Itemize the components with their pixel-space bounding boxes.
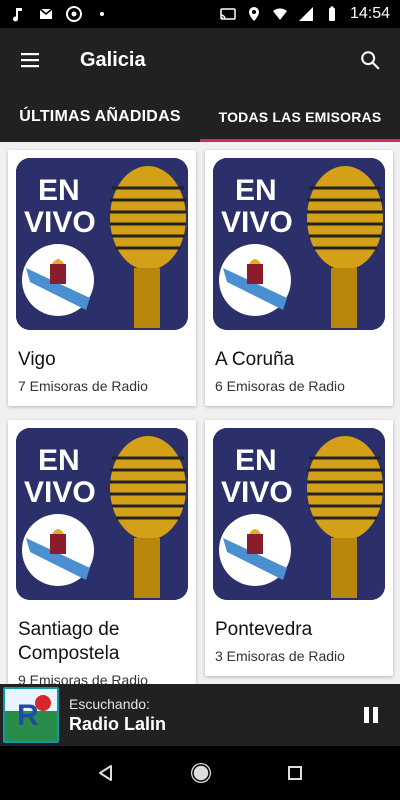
hamburger-menu-icon — [21, 53, 39, 68]
camera-aperture-icon — [66, 6, 82, 22]
home-icon[interactable] — [188, 760, 214, 786]
dot-icon — [100, 12, 104, 16]
app-bar: Galicia — [0, 28, 400, 92]
system-nav-bar — [0, 746, 400, 800]
card-title: Santiago de Compostela — [18, 619, 120, 664]
station-logo: R — [3, 687, 59, 743]
cast-icon — [220, 8, 236, 20]
back-icon[interactable] — [96, 763, 116, 783]
vivo-text: VIVO — [24, 206, 96, 239]
region-card[interactable]: EN VIVO A Coruña 6 Emisoras de Radio — [205, 150, 393, 406]
search-icon — [361, 51, 380, 70]
signal-icon — [298, 7, 313, 21]
vivo-text: VIVO — [24, 476, 96, 509]
pause-button[interactable] — [356, 700, 386, 730]
menu-button[interactable] — [0, 28, 60, 92]
microphone-flag-artwork: EN VIVO — [16, 158, 188, 330]
now-playing-station: Radio Lalin — [69, 713, 167, 734]
battery-icon — [328, 6, 335, 21]
microphone-flag-artwork: EN VIVO — [213, 158, 385, 330]
status-left-icons — [10, 6, 110, 22]
now-playing-label: Escuchando: — [69, 695, 150, 712]
status-bar: 14:54 — [0, 0, 400, 28]
status-time: 14:54 — [349, 5, 390, 22]
microphone-flag-artwork: EN VIVO — [16, 428, 188, 600]
page-title: Galicia — [80, 48, 146, 71]
tab-ultimas-anadidas[interactable]: ÚLTIMAS AÑADIDAS — [0, 92, 200, 142]
card-title: Vigo — [18, 349, 56, 370]
region-card[interactable]: EN VIVO Vigo 7 Emisoras de Radio — [8, 150, 196, 406]
card-subtitle: 7 Emisoras de Radio — [18, 378, 148, 394]
en-text: EN — [38, 444, 80, 477]
player-text: Escuchando: Radio Lalin — [69, 696, 166, 735]
recents-icon[interactable] — [286, 764, 304, 782]
status-right-icons: 14:54 — [220, 5, 390, 23]
wifi-icon — [272, 8, 287, 20]
en-text: EN — [235, 174, 277, 207]
tab-bar: ÚLTIMAS AÑADIDAS TODAS LAS EMISORAS — [0, 92, 400, 142]
tab-todas-las-emisoras[interactable]: TODAS LAS EMISORAS — [200, 92, 400, 142]
vivo-text: VIVO — [221, 206, 293, 239]
en-text: EN — [235, 444, 277, 477]
mail-icon — [39, 8, 53, 19]
en-vivo-image: EN VIVO — [16, 428, 188, 600]
card-subtitle: 9 Emisoras de Radio — [18, 672, 148, 684]
en-vivo-image: EN VIVO — [213, 428, 385, 600]
en-vivo-image: EN VIVO — [213, 158, 385, 330]
search-button[interactable] — [340, 28, 400, 92]
en-vivo-image: EN VIVO — [16, 158, 188, 330]
vivo-text: VIVO — [221, 476, 293, 509]
radio-lalin-logo-icon: R — [5, 689, 57, 741]
card-title: Pontevedra — [215, 619, 313, 640]
region-card[interactable]: EN VIVO Santiago de Compostela 9 Emisora… — [8, 420, 196, 684]
en-text: EN — [38, 174, 80, 207]
station-grid: EN VIVO Vigo 7 Emisoras de Radio EN VIVO — [0, 142, 400, 684]
card-title: A Coruña — [215, 349, 295, 370]
microphone-flag-artwork: EN VIVO — [213, 428, 385, 600]
region-card[interactable]: EN VIVO Pontevedra 3 Emisoras de Radio — [205, 420, 393, 676]
pause-icon — [364, 707, 378, 723]
now-playing-bar[interactable]: R Escuchando: Radio Lalin — [0, 684, 400, 746]
card-subtitle: 6 Emisoras de Radio — [215, 378, 345, 394]
card-subtitle: 3 Emisoras de Radio — [215, 648, 345, 664]
location-icon — [248, 7, 259, 21]
music-note-icon — [13, 8, 22, 22]
